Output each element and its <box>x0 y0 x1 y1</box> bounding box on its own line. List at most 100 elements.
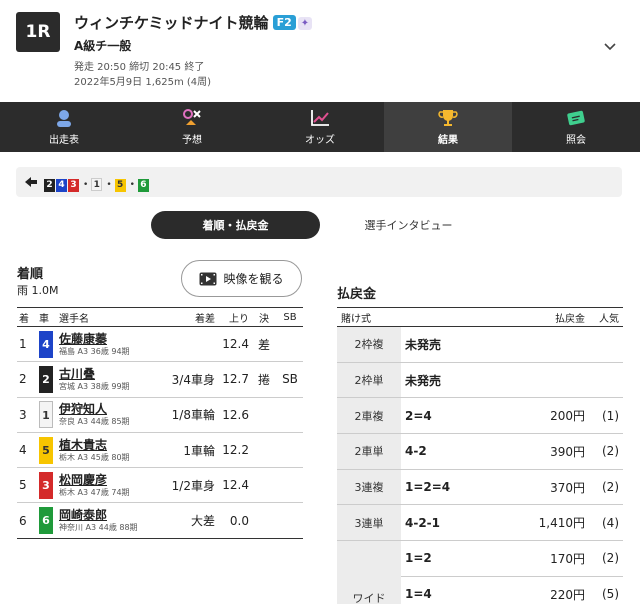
finish-margin: 3/4車身 <box>161 361 217 398</box>
payouts-header-row: 賭け式 払戻金 人気 <box>337 307 623 327</box>
last-lap-time: 0.0 <box>217 502 251 539</box>
tab-rider-interview[interactable]: 選手インタビュー <box>324 211 493 239</box>
tab-results-payouts[interactable]: 着順・払戻金 <box>151 211 320 239</box>
rider-profile: 奈良 A3 44歳 85期 <box>59 417 130 427</box>
tab-prediction-label: 予想 <box>182 135 202 146</box>
rider-profile: 栃木 A3 45歳 80期 <box>59 452 130 462</box>
col-popularity: 人気 <box>589 307 623 327</box>
payout-row: 2枠単 未発売 <box>337 362 623 399</box>
col-rider: 選手名 <box>57 307 161 327</box>
payouts-title: 払戻金 <box>337 287 377 302</box>
car-number-badge: 5 <box>39 436 53 464</box>
rider-icon <box>57 110 71 127</box>
order-car-chip: 6 <box>137 179 149 192</box>
race-title-text: ウィンチケミッドナイト競輪 <box>74 14 269 32</box>
finish-position: 3 <box>17 397 37 433</box>
rider-name-link[interactable]: 佐藤康蓁 <box>59 332 159 346</box>
tab-odds[interactable]: オッズ <box>256 102 384 152</box>
rider-profile: 栃木 A3 47歳 74期 <box>59 487 130 497</box>
col-last-lap: 上り <box>217 307 251 327</box>
finish-margin: 1車輪 <box>161 432 217 469</box>
night-icon: ✦ <box>297 17 313 30</box>
last-lap-time: 12.7 <box>217 361 251 398</box>
race-nav-tabs: 出走表 予想 オッズ 結果 照会 <box>0 102 640 152</box>
watch-video-label: 映像を観る <box>223 272 284 286</box>
car-number-badge: 3 <box>39 471 53 499</box>
col-margin: 着差 <box>161 307 217 327</box>
car-number-badge: 2 <box>39 365 53 393</box>
video-icon <box>199 272 217 285</box>
tab-results[interactable]: 結果 <box>384 102 512 152</box>
sb-flag <box>277 397 303 433</box>
payout-amount <box>493 362 589 399</box>
result-row: 6 6 岡崎泰郎 神奈川 A3 44歳 88期 大差 0.0 <box>17 502 303 539</box>
payout-row: 2車単 4-2 390円 (2) <box>337 433 623 470</box>
popularity <box>589 326 623 363</box>
bet-type-wide: ワイド <box>337 540 401 604</box>
car-number-cell: 3 <box>37 467 57 504</box>
race-title: ウィンチケミッドナイト競輪 F2 ✦ <box>74 12 313 33</box>
finish-position: 5 <box>17 467 37 504</box>
prediction-icon <box>183 109 201 125</box>
payout-row: 3連複 1=2=4 370円 (2) <box>337 469 623 506</box>
race-header: 1R ウィンチケミッドナイト競輪 F2 ✦ A級チ一般 発走 20:50 締切 20… <box>0 0 640 102</box>
finish-position: 4 <box>17 432 37 469</box>
order-separator: • <box>106 180 112 190</box>
tab-prediction[interactable]: 予想 <box>128 102 256 152</box>
kimarite: 捲 <box>251 361 277 398</box>
tab-results-label: 結果 <box>438 135 458 146</box>
chevron-down-icon[interactable] <box>603 40 617 54</box>
bet-type: 2車単 <box>337 433 401 470</box>
col-bet-type: 賭け式 <box>337 307 401 327</box>
popularity: (2) <box>589 469 623 506</box>
payout-amount: 170円 <box>493 540 589 577</box>
popularity: (5) <box>589 576 623 604</box>
result-row: 5 3 松岡慶彦 栃木 A3 47歳 74期 1/2車身 12.4 <box>17 467 303 504</box>
finish-order-chips: 2 4 3 • 1 • 5 • 6 <box>44 172 150 192</box>
order-car-chip: 3 <box>68 179 79 192</box>
car-number-cell: 2 <box>37 361 57 398</box>
rider-name-link[interactable]: 松岡慶彦 <box>59 473 159 487</box>
rider-name-link[interactable]: 岡崎泰郎 <box>59 508 159 522</box>
bet-type: 2車複 <box>337 397 401 435</box>
bet-type: 3連単 <box>337 504 401 542</box>
payout-amount: 200円 <box>493 397 589 435</box>
tab-entries[interactable]: 出走表 <box>0 102 128 152</box>
watch-video-button[interactable]: 映像を観る <box>181 260 302 297</box>
kimarite <box>251 502 277 539</box>
race-times: 発走 20:50 締切 20:45 終了 <box>74 62 205 73</box>
bet-combination: 2=4 <box>401 397 494 435</box>
order-separator: • <box>83 180 89 190</box>
trophy-icon <box>438 110 458 126</box>
bet-type: 3連複 <box>337 469 401 506</box>
car-number-cell: 1 <box>37 397 57 433</box>
race-class: A級チ一般 <box>74 39 132 53</box>
finish-margin: 1/2車身 <box>161 467 217 504</box>
col-combination <box>401 307 494 327</box>
rider-cell: 伊狩知人 奈良 A3 44歳 85期 <box>57 397 161 433</box>
rider-name-link[interactable]: 古川叠 <box>59 367 159 381</box>
popularity: (1) <box>589 397 623 435</box>
rider-profile: 福島 A3 36歳 94期 <box>59 346 130 356</box>
finish-order-strip: 2 4 3 • 1 • 5 • 6 <box>16 167 622 197</box>
rider-name-link[interactable]: 伊狩知人 <box>59 402 159 416</box>
kimarite <box>251 397 277 433</box>
sb-flag <box>277 326 303 363</box>
bet-type: 2枠単 <box>337 362 401 399</box>
popularity: (2) <box>589 433 623 470</box>
last-lap-time: 12.6 <box>217 397 251 433</box>
payouts-table: 賭け式 払戻金 人気 2枠複 未発売 2枠単 未発売 2車複 2=4 200円 (1) 2車単 4… <box>337 307 623 604</box>
race-date-distance: 2022年5月9日 1,625m (4周) <box>74 77 212 88</box>
payout-row: 2車複 2=4 200円 (1) <box>337 397 623 435</box>
col-sb: SB <box>277 307 303 327</box>
result-row: 3 1 伊狩知人 奈良 A3 44歳 85期 1/8車輪 12.6 <box>17 397 303 433</box>
order-car-chip: 5 <box>114 179 126 192</box>
arrow-left-icon <box>25 177 37 187</box>
tab-inquiry[interactable]: 照会 <box>512 102 640 152</box>
order-car-chip: 1 <box>91 178 103 191</box>
order-car-chip: 2 <box>44 179 55 192</box>
bet-combination: 未発売 <box>401 362 494 399</box>
kimarite: 差 <box>251 326 277 363</box>
grade-badge: F2 <box>272 15 296 30</box>
rider-name-link[interactable]: 植木貴志 <box>59 438 159 452</box>
